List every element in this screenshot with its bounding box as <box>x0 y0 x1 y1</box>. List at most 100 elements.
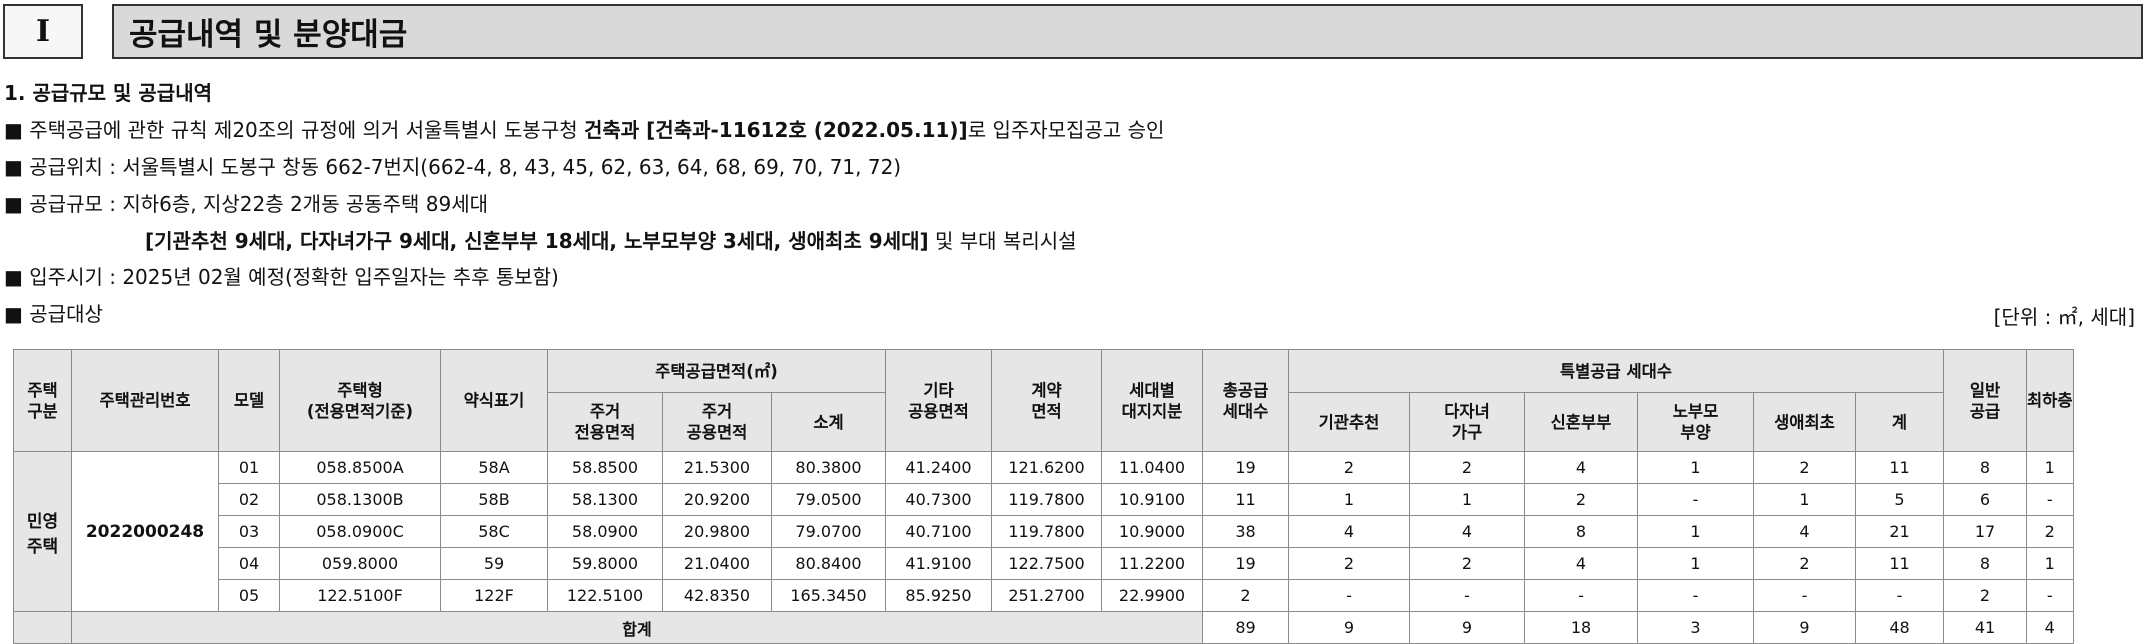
header-exclusive: 주거 전용면적 <box>547 392 663 452</box>
cell-general: 8 <box>1943 451 2027 484</box>
movein-line: ■ 입주시기 : 2025년 02월 예정(정확한 입주일자는 추후 통보함) <box>4 264 559 290</box>
cell-exclusive: 58.8500 <box>547 451 663 484</box>
cell-contract: 122.7500 <box>991 547 1102 580</box>
total-general: 41 <box>1943 611 2027 644</box>
header-special-total: 계 <box>1855 392 1944 452</box>
cell-special-total: 21 <box>1855 515 1944 548</box>
cell-special-total: 11 <box>1855 451 1944 484</box>
cell-subtotal: 79.0500 <box>771 483 886 516</box>
table-row: 05 122.5100F 122F 122.5100 42.8350 165.3… <box>14 579 2074 612</box>
cell-general: 2 <box>1943 579 2027 612</box>
cell-type: 058.1300B <box>279 483 441 516</box>
cell-other: 85.9250 <box>885 579 992 612</box>
cell-exclusive: 58.1300 <box>547 483 663 516</box>
cell-land: 22.9900 <box>1101 579 1203 612</box>
section-header: I 공급내역 및 분양대금 <box>0 0 2149 62</box>
cell-subtotal: 79.0700 <box>771 515 886 548</box>
cell-general: 6 <box>1943 483 2027 516</box>
section-number: I <box>3 4 83 59</box>
cell-institution: 2 <box>1288 547 1410 580</box>
cell-land: 10.9000 <box>1101 515 1203 548</box>
cell-exclusive: 59.8000 <box>547 547 663 580</box>
cell-other: 41.9100 <box>885 547 992 580</box>
header-mgmt-no: 주택관리번호 <box>71 349 219 452</box>
table-row: 02 058.1300B 58B 58.1300 20.9200 79.0500… <box>14 483 2074 516</box>
cell-total: 19 <box>1202 451 1289 484</box>
scale-line: ■ 공급규모 : 지하6층, 지상22층 2개동 공동주택 89세대 <box>4 191 488 217</box>
cell-common: 20.9200 <box>662 483 772 516</box>
cell-model: 01 <box>218 451 280 484</box>
movein-text: 입주시기 : 2025년 02월 예정(정확한 입주일자는 추후 통보함) <box>22 265 559 289</box>
bullet-icon: ■ <box>4 302 23 326</box>
cell-lowest: - <box>2026 483 2074 516</box>
cell-multichild: 2 <box>1409 451 1525 484</box>
cell-model: 05 <box>218 579 280 612</box>
cell-elderly: 1 <box>1637 451 1754 484</box>
total-elderly: 3 <box>1637 611 1754 644</box>
cell-multichild: 4 <box>1409 515 1525 548</box>
approval-text: 주택공급에 관한 규칙 제20조의 규정에 의거 서울특별시 도봉구청 <box>22 118 584 142</box>
cell-total: 2 <box>1202 579 1289 612</box>
header-abbrev: 약식표기 <box>440 349 548 452</box>
cell-model: 02 <box>218 483 280 516</box>
cell-firsttime: 2 <box>1753 451 1856 484</box>
header-special-supply: 특별공급 세대수 <box>1288 349 1944 393</box>
header-elderly: 노부모 부양 <box>1637 392 1754 452</box>
cell-abbrev: 58A <box>440 451 548 484</box>
cell-firsttime: - <box>1753 579 1856 612</box>
cell-common: 20.9800 <box>662 515 772 548</box>
total-units: 89 <box>1202 611 1289 644</box>
header-newlywed: 신혼부부 <box>1524 392 1638 452</box>
approval-line: ■ 주택공급에 관한 규칙 제20조의 규정에 의거 서울특별시 도봉구청 건축… <box>4 117 1164 143</box>
approval-post: 로 입주자모집공고 승인 <box>967 118 1165 142</box>
cell-newlywed: 2 <box>1524 483 1638 516</box>
cell-abbrev: 59 <box>440 547 548 580</box>
header-institution: 기관추천 <box>1288 392 1410 452</box>
header-general: 일반 공급 <box>1943 349 2027 452</box>
cell-contract: 251.2700 <box>991 579 1102 612</box>
cell-elderly: - <box>1637 483 1754 516</box>
totals-label: 합계 <box>71 611 1203 644</box>
cell-common: 42.8350 <box>662 579 772 612</box>
cell-other: 40.7300 <box>885 483 992 516</box>
header-total-units: 총공급 세대수 <box>1202 349 1289 452</box>
cell-institution: 1 <box>1288 483 1410 516</box>
header-other-common: 기타 공용면적 <box>885 349 992 452</box>
total-newlywed: 18 <box>1524 611 1638 644</box>
cell-elderly: - <box>1637 579 1754 612</box>
bullet-icon: ■ <box>4 155 23 179</box>
total-special: 48 <box>1855 611 1944 644</box>
cell-subtotal: 165.3450 <box>771 579 886 612</box>
cell-model: 04 <box>218 547 280 580</box>
cell-abbrev: 58B <box>440 483 548 516</box>
cell-institution: 2 <box>1288 451 1410 484</box>
section-title: 공급내역 및 분양대금 <box>112 4 2143 59</box>
cell-type: 059.8000 <box>279 547 441 580</box>
cell-special-total: 5 <box>1855 483 1944 516</box>
cell-total: 38 <box>1202 515 1289 548</box>
cell-other: 40.7100 <box>885 515 992 548</box>
cell-newlywed: 4 <box>1524 451 1638 484</box>
cell-general: 17 <box>1943 515 2027 548</box>
header-model: 모델 <box>218 349 280 452</box>
cell-special-total: - <box>1855 579 1944 612</box>
cell-land: 10.9100 <box>1101 483 1203 516</box>
supply-table: 주택 구분 주택관리번호 모델 주택형 (전용면적기준) 약식표기 주택공급면적… <box>13 349 2074 644</box>
cell-exclusive: 58.0900 <box>547 515 663 548</box>
header-supply-area: 주택공급면적(㎡) <box>547 349 886 393</box>
cell-firsttime: 4 <box>1753 515 1856 548</box>
cell-lowest: 1 <box>2026 547 2074 580</box>
scale-detail-bold: [기관추천 9세대, 다자녀가구 9세대, 신혼부부 18세대, 노부모부양 3… <box>145 229 929 253</box>
bullet-icon: ■ <box>4 265 23 289</box>
cell-type: 122.5100F <box>279 579 441 612</box>
target-text: 공급대상 <box>22 302 103 326</box>
cell-newlywed: 4 <box>1524 547 1638 580</box>
cell-common: 21.5300 <box>662 451 772 484</box>
cell-common: 21.0400 <box>662 547 772 580</box>
header-contract-area: 계약 면적 <box>991 349 1102 452</box>
cell-abbrev: 58C <box>440 515 548 548</box>
cell-multichild: - <box>1409 579 1525 612</box>
cell-subtotal: 80.8400 <box>771 547 886 580</box>
cell-model: 03 <box>218 515 280 548</box>
cell-type: 058.0900C <box>279 515 441 548</box>
